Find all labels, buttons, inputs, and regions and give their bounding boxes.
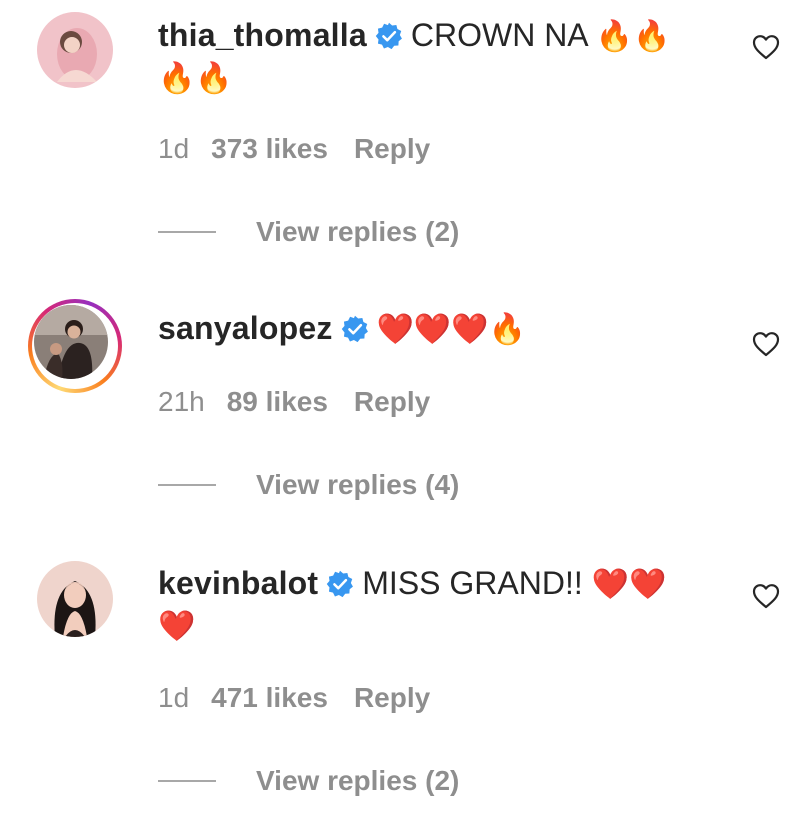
replies-divider [158,484,216,486]
avatar[interactable] [37,561,113,637]
comment-emoji-line: 🔥🔥 [158,61,233,96]
comment-meta: 1d 471 likes Reply [158,682,456,714]
view-replies-button[interactable]: View replies (2) [158,765,459,797]
comment-text: CROWN NA [410,17,587,53]
comment-body: sanyalopez ❤️❤️❤️🔥 [158,305,526,353]
view-replies-label: View replies (2) [256,216,460,247]
heart-outline-icon[interactable] [752,331,780,357]
avatar[interactable] [37,12,113,88]
view-replies-button[interactable]: View replies (4) [158,469,459,501]
likes-count[interactable]: 471 likes [211,682,328,713]
comment-time[interactable]: 1d [158,682,189,713]
view-replies-label: View replies (4) [256,469,460,500]
comment-text: MISS GRAND!! [362,565,583,601]
verified-badge-icon [375,22,403,50]
comment-username[interactable]: thia_thomalla [158,17,367,53]
comment-emoji: ❤️❤️❤️🔥 [376,312,526,347]
reply-button[interactable]: Reply [354,682,430,713]
comment-emoji: 🔥🔥 [595,19,671,54]
comment-meta: 1d 373 likes Reply [158,133,456,165]
comment-meta: 21h 89 likes Reply [158,386,456,418]
comment-username[interactable]: sanyalopez [158,310,333,346]
reply-button[interactable]: Reply [354,133,430,164]
view-replies-button[interactable]: View replies (2) [158,216,459,248]
verified-badge-icon [341,315,369,343]
comment-body: kevinbalot MISS GRAND!! ❤️❤️ [158,560,666,608]
view-replies-label: View replies (2) [256,765,460,796]
avatar[interactable] [34,305,108,379]
comment-emoji-line: ❤️ [158,609,196,644]
replies-divider [158,780,216,782]
heart-outline-icon[interactable] [752,583,780,609]
likes-count[interactable]: 89 likes [227,386,328,417]
comment-time[interactable]: 21h [158,386,205,417]
comment-body: thia_thomalla CROWN NA 🔥🔥 [158,12,670,60]
heart-outline-icon[interactable] [752,34,780,60]
comment-username[interactable]: kevinbalot [158,565,318,601]
comment-emoji: ❤️❤️ [591,567,667,602]
replies-divider [158,231,216,233]
likes-count[interactable]: 373 likes [211,133,328,164]
reply-button[interactable]: Reply [354,386,430,417]
verified-badge-icon [326,570,354,598]
comment-time[interactable]: 1d [158,133,189,164]
story-ring[interactable] [28,299,122,393]
